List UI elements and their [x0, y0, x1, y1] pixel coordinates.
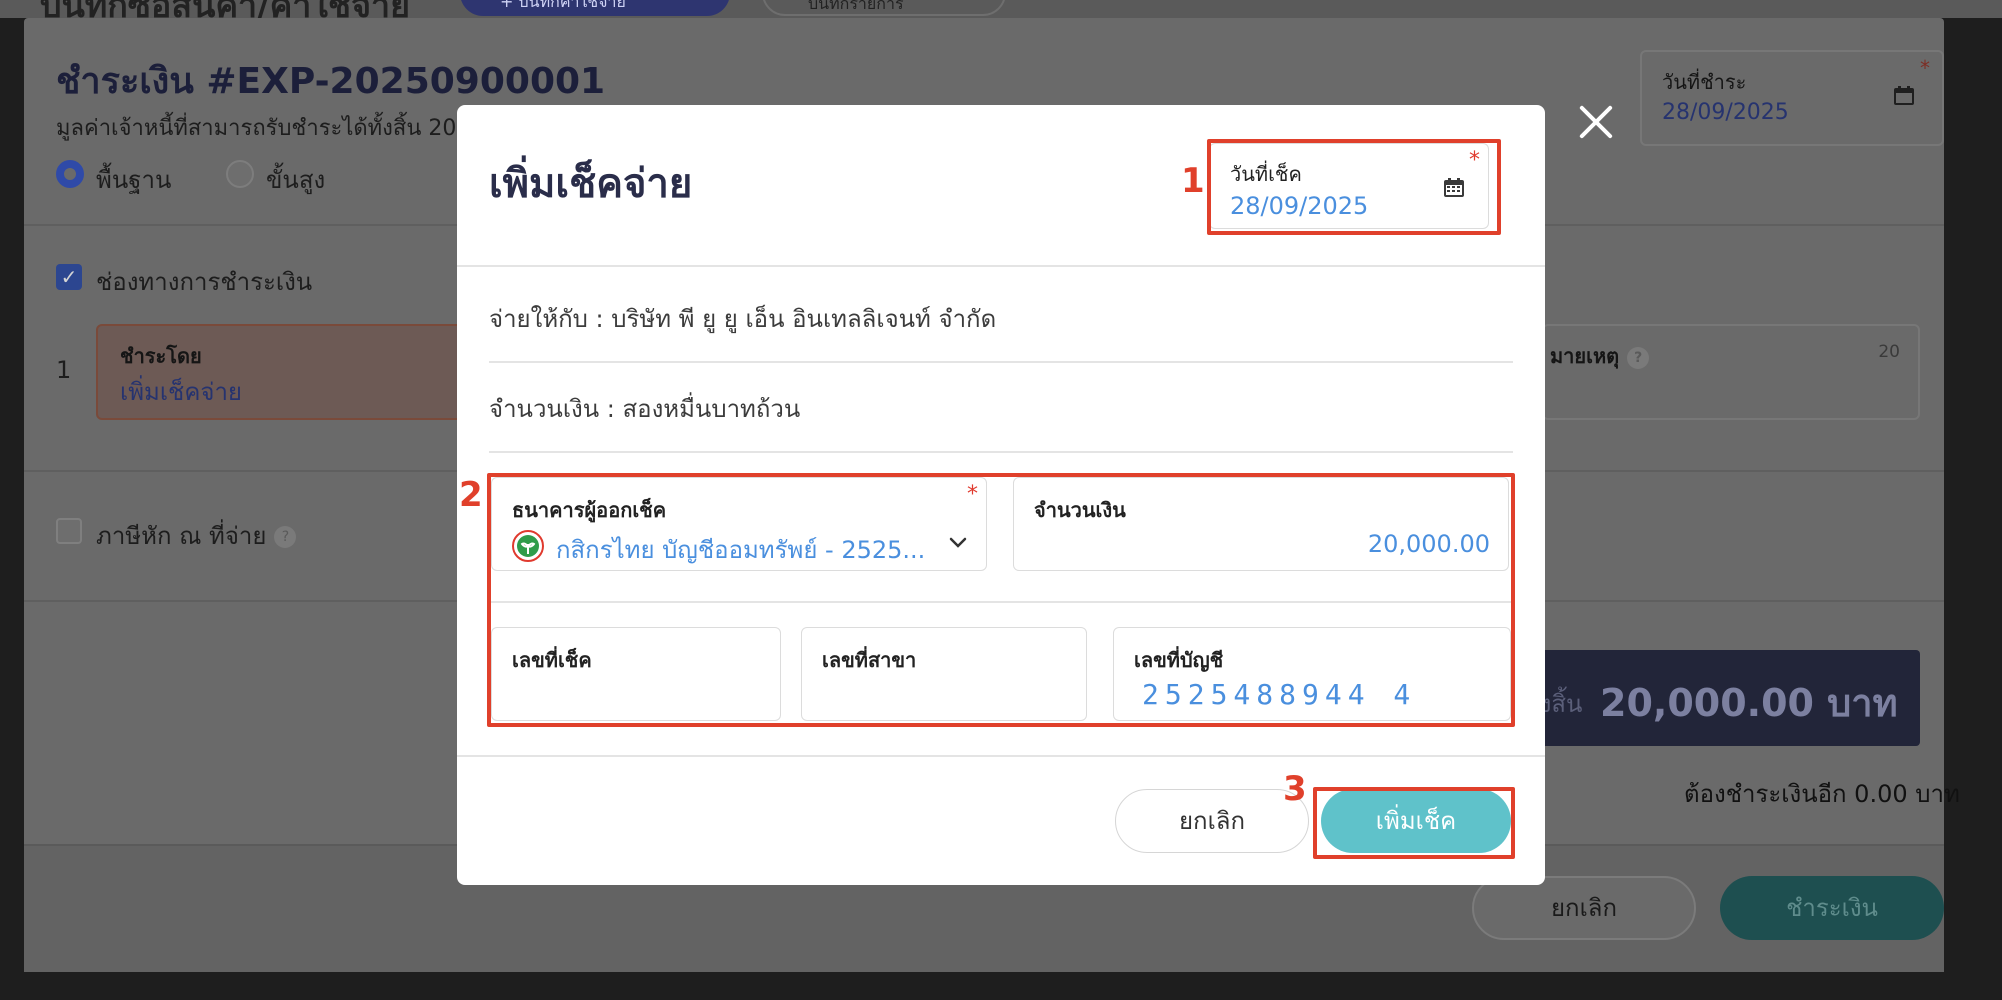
- annotation-2: 2: [459, 475, 483, 515]
- help-icon[interactable]: ?: [1627, 346, 1650, 369]
- withholding-tax-checkbox[interactable]: [56, 518, 82, 544]
- pay-by-field[interactable]: ชำระโดย เพิ่มเช็คจ่าย: [96, 324, 516, 420]
- highlight-box-1: [1207, 139, 1501, 235]
- payment-date-field[interactable]: วันที่ชำระ 28/09/2025 *: [1640, 50, 1944, 146]
- modal-title: เพิ่มเช็คจ่าย: [489, 161, 693, 207]
- panel-pay-button[interactable]: ชำระเงิน: [1720, 876, 1944, 940]
- cancel-button[interactable]: ยกเลิก: [1115, 789, 1309, 853]
- payment-channel-label: ช่องทางการชำระเงิน: [96, 268, 313, 296]
- panel-cancel-button[interactable]: ยกเลิก: [1472, 876, 1696, 940]
- remaining-text: ต้องชำระเงินอีก 0.00 บาท: [1684, 780, 1960, 808]
- close-icon[interactable]: [1578, 104, 1614, 140]
- highlight-box-2: [487, 473, 1515, 727]
- annotation-3: 3: [1283, 769, 1307, 809]
- help-icon[interactable]: ?: [274, 526, 297, 548]
- payment-date-label: วันที่ชำระ: [1662, 70, 1747, 94]
- withholding-tax-label: ภาษีหัก ณ ที่จ่าย: [96, 522, 267, 550]
- pay-by-value: เพิ่มเช็คจ่าย: [120, 378, 242, 406]
- note-count: 20: [1878, 342, 1900, 362]
- divider: [457, 265, 1545, 267]
- note-label-wrap: มายเหตุ?: [1550, 340, 1650, 372]
- payment-date-value: 28/09/2025: [1662, 100, 1789, 125]
- mode-advanced-radio[interactable]: [226, 160, 254, 188]
- mode-basic-radio[interactable]: [56, 160, 84, 188]
- highlight-box-3: [1313, 787, 1515, 859]
- divider: [457, 755, 1545, 757]
- total-bar: มทั้งสิ้น 20,000.00 บาท: [1502, 650, 1920, 746]
- annotation-1: 1: [1181, 161, 1205, 201]
- payment-title: ชำระเงิน #EXP-20250900001: [56, 61, 606, 102]
- payment-subtitle: มูลค่าเจ้าหนี้ที่สามารถรับชำระได้ทั้งสิ้…: [56, 116, 457, 141]
- payment-channel-checkbox[interactable]: ✓: [56, 264, 82, 290]
- note-label: มายเหตุ: [1550, 344, 1620, 368]
- required-mark: *: [1920, 56, 1930, 80]
- add-expense-button[interactable]: + บันทึกค่าใช้จ่าย: [460, 0, 730, 16]
- note-field[interactable]: มายเหตุ? 20: [1542, 324, 1920, 420]
- divider: [489, 361, 1513, 363]
- amount-words-text: จำนวนเงิน : สองหมื่นบาทถ้วน: [489, 395, 801, 423]
- row-index: 1: [56, 356, 72, 384]
- add-check-modal: เพิ่มเช็คจ่าย วันที่เช็ค * 28/09/2025 จ่…: [457, 105, 1545, 885]
- record-list-button-label: บันทึกรายการ: [808, 0, 904, 13]
- pay-to-text: จ่ายให้กับ : บริษัท พี ยู ยู เอ็น อินเทล…: [489, 305, 997, 333]
- page-top-bar: บันทึกซื้อสินค้า/ค่าใช้จ่าย + บันทึกค่าใ…: [0, 0, 2002, 18]
- withholding-tax-label-wrap: ภาษีหัก ณ ที่จ่าย?: [96, 516, 297, 555]
- record-list-button[interactable]: บันทึกรายการ: [762, 0, 1006, 16]
- pay-by-label: ชำระโดย: [120, 344, 202, 368]
- add-expense-button-label: + บันทึกค่าใช้จ่าย: [500, 0, 626, 11]
- total-value: 20,000.00 บาท: [1600, 681, 1898, 725]
- mode-advanced-label: ขั้นสูง: [266, 166, 326, 194]
- divider: [489, 451, 1513, 453]
- mode-basic-label: พื้นฐาน: [96, 166, 172, 194]
- page-title: บันทึกซื้อสินค้า/ค่าใช้จ่าย: [40, 0, 410, 18]
- calendar-icon[interactable]: [1894, 86, 1914, 105]
